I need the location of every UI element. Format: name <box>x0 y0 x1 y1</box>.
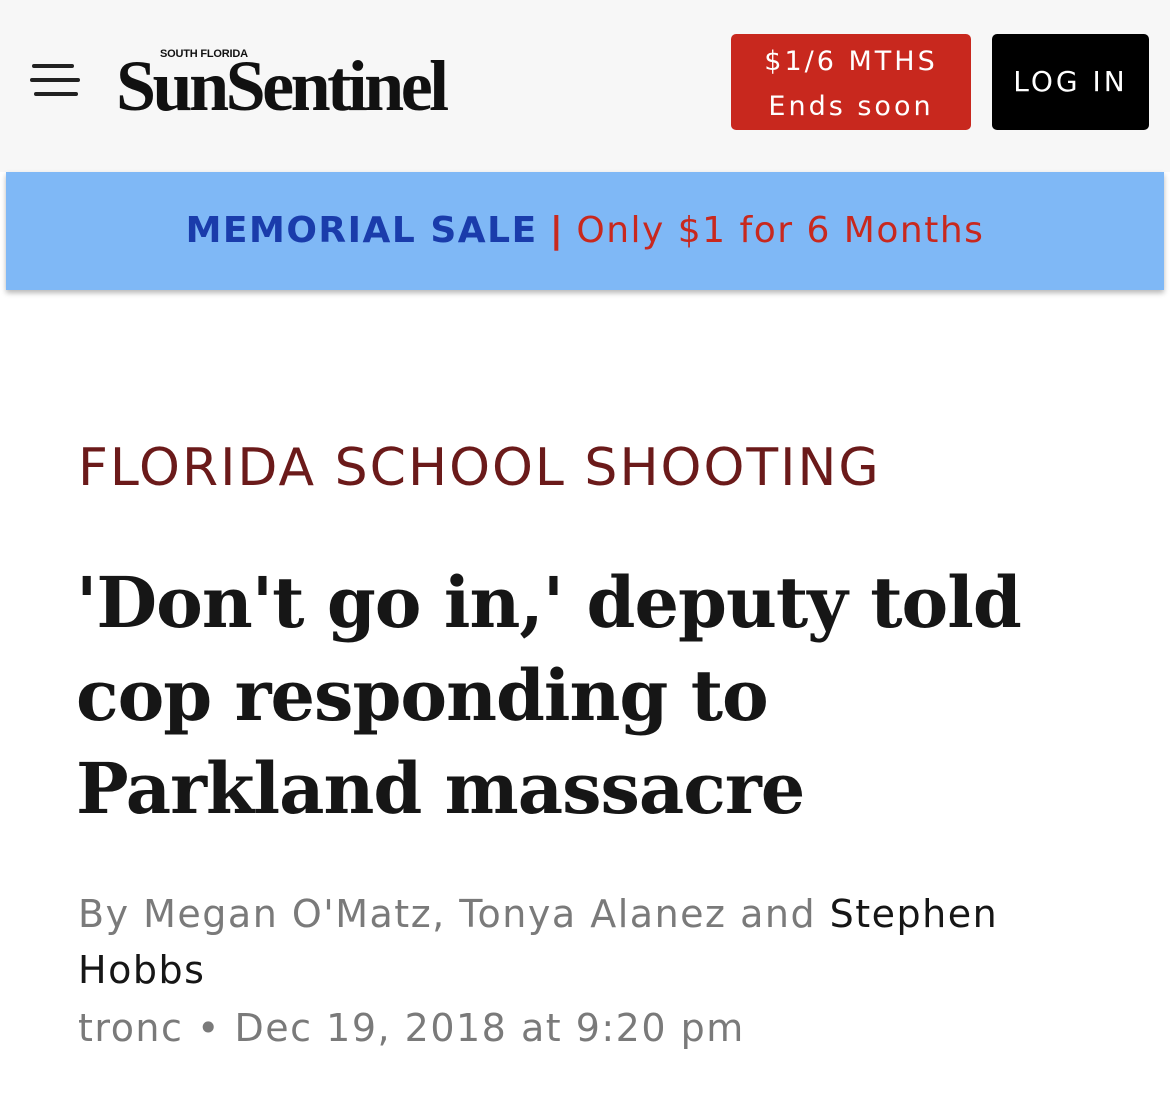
subscribe-price-label: $1/6 MTHS <box>764 46 938 77</box>
subscribe-ends-label: Ends soon <box>768 91 934 122</box>
promo-separator: | <box>549 210 565 251</box>
article-byline: By Megan O'Matz, Tonya Alanez and Stephe… <box>78 886 1138 998</box>
promo-sale-label: MEMORIAL SALE <box>185 210 538 251</box>
promo-offer-text: Only $1 for 6 Months <box>576 210 985 251</box>
promo-banner[interactable]: MEMORIAL SALE | Only $1 for 6 Months <box>6 172 1164 290</box>
hamburger-menu-icon[interactable] <box>30 60 82 104</box>
article-source: tronc <box>78 1006 184 1050</box>
article-page: SOUTH FLORIDA SunSentinel $1/6 MTHS Ends… <box>0 0 1170 1110</box>
byline-authors: By Megan O'Matz, Tonya Alanez and <box>78 892 830 936</box>
site-header: SOUTH FLORIDA SunSentinel $1/6 MTHS Ends… <box>0 0 1170 172</box>
article-meta: tronc • Dec 19, 2018 at 9:20 pm <box>78 1000 745 1056</box>
meta-bullet: • <box>197 1006 221 1050</box>
article-date: Dec 19, 2018 at 9:20 pm <box>234 1006 745 1050</box>
site-logo[interactable]: SOUTH FLORIDA SunSentinel <box>116 46 546 126</box>
subscribe-button[interactable]: $1/6 MTHS Ends soon <box>731 34 971 130</box>
article-headline: 'Don't go in,' deputy told cop respondin… <box>76 561 1022 830</box>
section-link[interactable]: FLORIDA SCHOOL SHOOTING <box>78 438 881 498</box>
login-button[interactable]: LOG IN <box>992 34 1149 130</box>
logo-wordmark: SunSentinel <box>116 46 449 126</box>
